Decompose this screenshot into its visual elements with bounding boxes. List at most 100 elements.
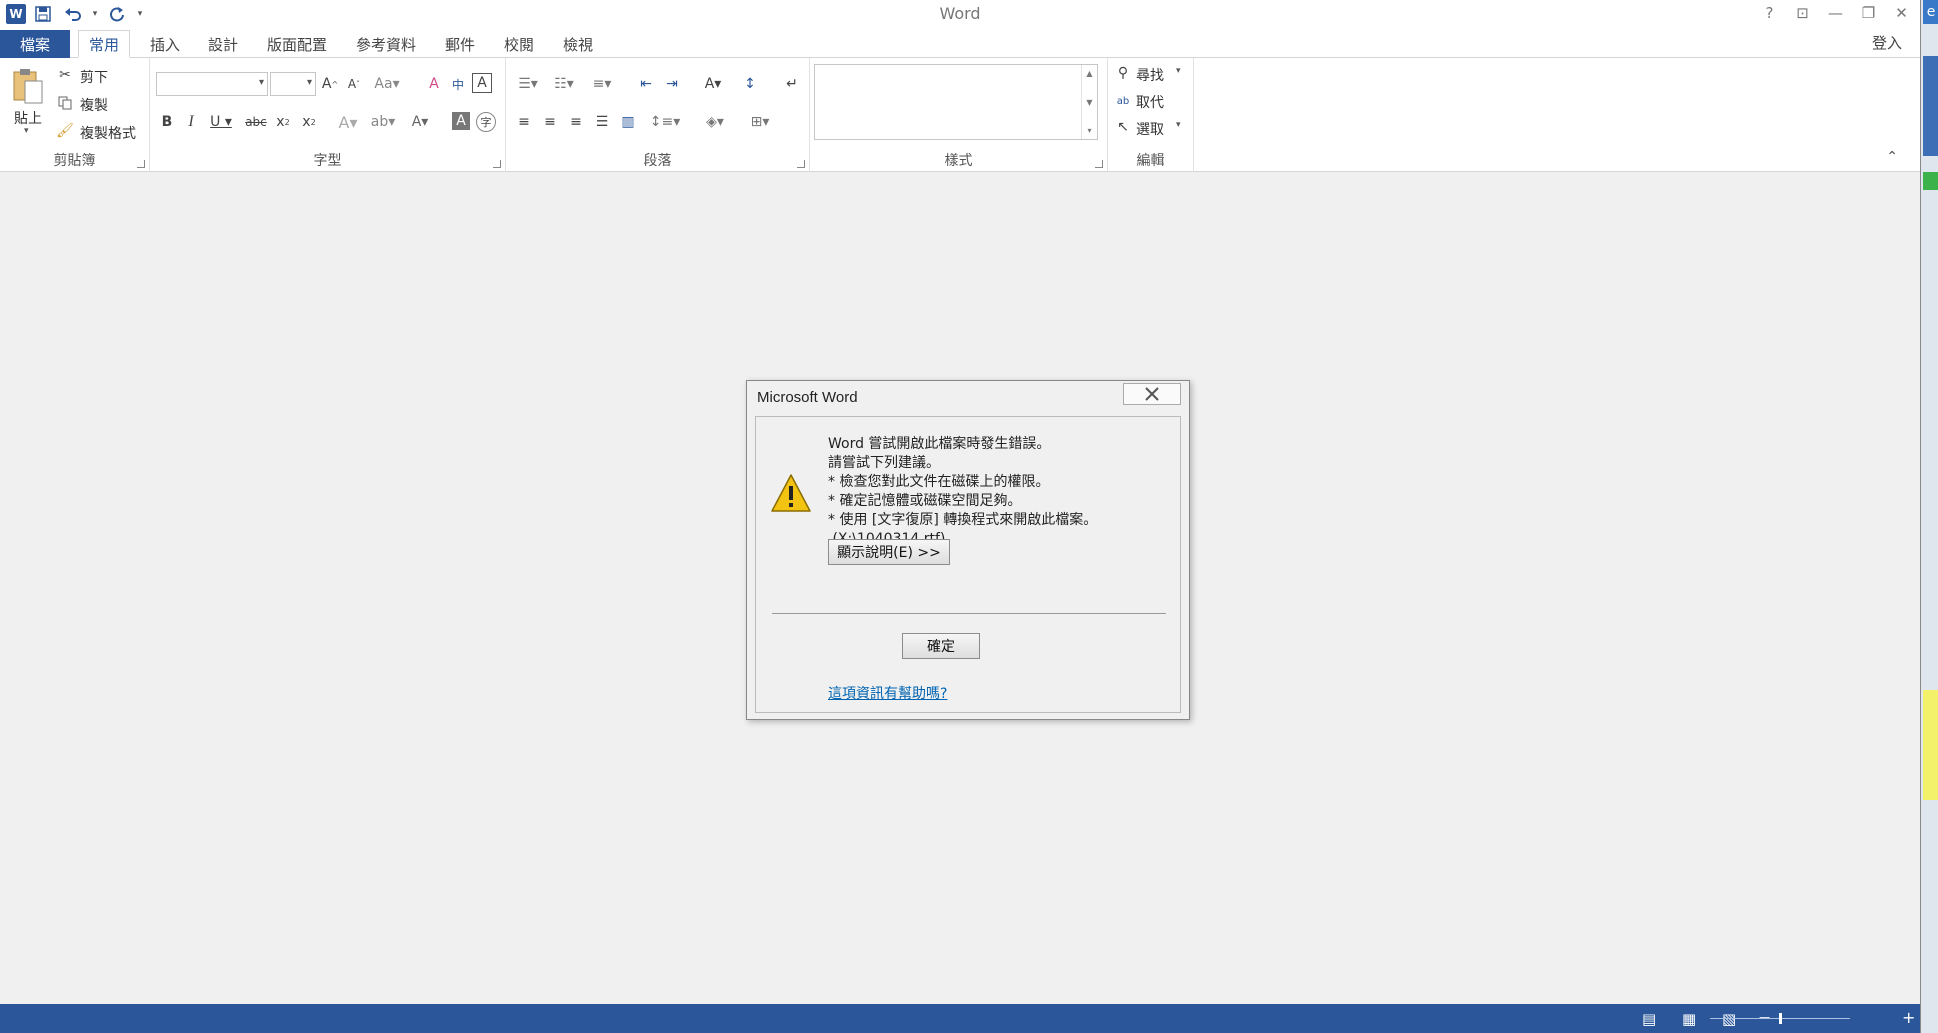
copy-button[interactable]: 複製: [80, 95, 108, 115]
tab-view[interactable]: 檢視: [553, 30, 603, 58]
window-controls: ? ⊡ — ❐ ✕: [1753, 0, 1918, 26]
tab-home[interactable]: 常用: [78, 30, 131, 58]
show-help-button[interactable]: 顯示說明(E) >>: [828, 539, 950, 565]
justify-icon[interactable]: ☰: [592, 112, 612, 132]
asian-layout-icon[interactable]: A▾: [698, 74, 728, 94]
change-case-icon[interactable]: Aa▾: [372, 74, 402, 94]
message-line: * 確定記憶體或磁碟空間足夠。: [828, 493, 1022, 509]
zoom-in-icon[interactable]: +: [1902, 1008, 1915, 1027]
find-dropdown-icon[interactable]: ▾: [1176, 66, 1181, 76]
background-window-marker: [1923, 172, 1938, 190]
copy-icon[interactable]: [56, 94, 74, 112]
restore-icon[interactable]: ❐: [1852, 0, 1885, 26]
align-left-icon[interactable]: ≡: [514, 112, 534, 132]
align-right-icon[interactable]: ≡: [566, 112, 586, 132]
paste-dropdown-icon[interactable]: ▾: [24, 126, 29, 136]
multilevel-list-icon[interactable]: ≡▾: [586, 74, 618, 94]
background-window-edge: e: [1920, 0, 1938, 1033]
window-title: Word: [939, 4, 981, 23]
tab-layout[interactable]: 版面配置: [257, 30, 337, 58]
superscript-icon[interactable]: x2: [298, 112, 320, 132]
shrink-font-icon[interactable]: Aˇ: [344, 74, 364, 94]
select-dropdown-icon[interactable]: ▾: [1176, 120, 1181, 130]
collapse-ribbon-icon[interactable]: ⌃: [1886, 149, 1898, 165]
styles-group-label: 樣式: [944, 153, 973, 169]
align-center-icon[interactable]: ≡: [540, 112, 560, 132]
bullets-icon[interactable]: ☰▾: [512, 74, 544, 94]
read-mode-icon[interactable]: ▤: [1642, 1010, 1656, 1028]
paragraph-group: ☰▾ ☷▾ ≡▾ ⇤ ⇥ A▾ ↕ ↵ ≡ ≡ ≡ ☰ ▥ ↕≡▾ ◈▾ ⊞▾ …: [506, 58, 810, 172]
replace-button[interactable]: 取代: [1136, 92, 1164, 112]
text-effects-icon[interactable]: A▾: [334, 112, 362, 132]
format-painter-icon[interactable]: 🖌: [56, 122, 74, 140]
zoom-slider-thumb[interactable]: [1779, 1013, 1782, 1024]
ok-button[interactable]: 確定: [902, 633, 980, 659]
paste-icon[interactable]: [10, 66, 46, 106]
show-formatting-marks-icon[interactable]: ↵: [782, 74, 802, 94]
highlight-icon[interactable]: ab▾: [368, 112, 398, 132]
dialog-close-button[interactable]: [1123, 383, 1181, 405]
bold-icon[interactable]: B: [158, 112, 176, 132]
increase-indent-icon[interactable]: ⇥: [662, 74, 682, 94]
shading-icon[interactable]: ◈▾: [698, 112, 732, 132]
paragraph-launcher-icon[interactable]: [797, 160, 805, 168]
message-line: * 檢查您對此文件在磁碟上的權限。: [828, 474, 1050, 490]
clear-formatting-icon[interactable]: A: [424, 74, 444, 94]
select-button[interactable]: 選取: [1136, 119, 1164, 139]
find-button[interactable]: 尋找: [1136, 65, 1164, 85]
font-size-combo[interactable]: ▾: [270, 72, 316, 96]
print-layout-icon[interactable]: ▦: [1682, 1010, 1696, 1028]
error-dialog: Microsoft Word Word 嘗試開啟此檔案時發生錯誤。 請嘗試下列建議…: [746, 380, 1190, 720]
background-window-highlight: [1923, 690, 1938, 800]
tab-review[interactable]: 校閱: [494, 30, 544, 58]
sort-icon[interactable]: ↕: [740, 74, 760, 94]
tab-insert[interactable]: 插入: [140, 30, 190, 58]
clipboard-launcher-icon[interactable]: [137, 160, 145, 168]
font-group: ▾ ▾ A ^ Aˇ Aa▾ A 中 A B I U ▾ abc x2 x2 A▾…: [150, 58, 506, 172]
cursor-arrow-icon[interactable]: ↖: [1114, 118, 1132, 136]
paste-label[interactable]: 貼上: [14, 108, 42, 128]
tab-references[interactable]: 參考資料: [346, 30, 426, 58]
line-spacing-icon[interactable]: ↕≡▾: [648, 112, 682, 132]
styles-group-frame: 樣式: [810, 58, 1108, 172]
feedback-link[interactable]: 這項資訊有幫助嗎?: [828, 683, 947, 703]
phonetic-guide-icon[interactable]: 中: [448, 74, 468, 94]
close-icon[interactable]: ✕: [1885, 0, 1918, 26]
enclose-characters-icon[interactable]: 字: [476, 112, 496, 132]
underline-icon[interactable]: U ▾: [206, 112, 236, 132]
grow-font-icon[interactable]: A ^: [320, 74, 340, 94]
tab-design[interactable]: 設計: [198, 30, 248, 58]
status-bar: ▤ ▦ ▧ − +: [0, 1004, 1920, 1033]
tab-file[interactable]: 檔案: [0, 30, 70, 58]
tab-mailings[interactable]: 郵件: [435, 30, 485, 58]
dialog-title: Microsoft Word: [757, 389, 858, 406]
binoculars-icon[interactable]: ⚲: [1114, 64, 1132, 82]
numbering-icon[interactable]: ☷▾: [548, 74, 580, 94]
sign-in-link[interactable]: 登入: [1872, 32, 1902, 53]
web-layout-icon[interactable]: ▧: [1722, 1010, 1736, 1028]
replace-icon[interactable]: ab: [1112, 92, 1134, 110]
clipboard-group-label: 剪貼簿: [53, 153, 96, 169]
font-launcher-icon[interactable]: [493, 160, 501, 168]
format-painter-button[interactable]: 複製格式: [80, 123, 136, 143]
help-icon[interactable]: ?: [1753, 0, 1786, 26]
close-icon: [1145, 387, 1159, 401]
subscript-icon[interactable]: x2: [272, 112, 294, 132]
font-group-label: 字型: [313, 153, 342, 169]
font-color-icon[interactable]: A▾: [406, 112, 434, 132]
strikethrough-icon[interactable]: abc: [244, 112, 268, 132]
ribbon-display-options-icon[interactable]: ⊡: [1786, 0, 1819, 26]
font-name-combo[interactable]: ▾: [156, 72, 268, 96]
cut-button[interactable]: 剪下: [80, 67, 108, 87]
italic-icon[interactable]: I: [182, 112, 200, 132]
scissors-icon[interactable]: ✂: [56, 66, 74, 84]
styles-launcher-icon[interactable]: [1095, 160, 1103, 168]
borders-icon[interactable]: ⊞▾: [742, 112, 778, 132]
character-shading-icon[interactable]: A: [452, 112, 470, 130]
minimize-icon[interactable]: —: [1819, 0, 1852, 26]
decrease-indent-icon[interactable]: ⇤: [636, 74, 656, 94]
character-border-icon[interactable]: A: [472, 73, 492, 93]
distributed-icon[interactable]: ▥: [618, 112, 638, 132]
message-line: * 使用 [文字復原] 轉換程式來開啟此檔案。: [828, 512, 1098, 528]
clipboard-group: 貼上 ▾ ✂ 剪下 複製 🖌 複製格式 剪貼簿: [0, 58, 150, 172]
